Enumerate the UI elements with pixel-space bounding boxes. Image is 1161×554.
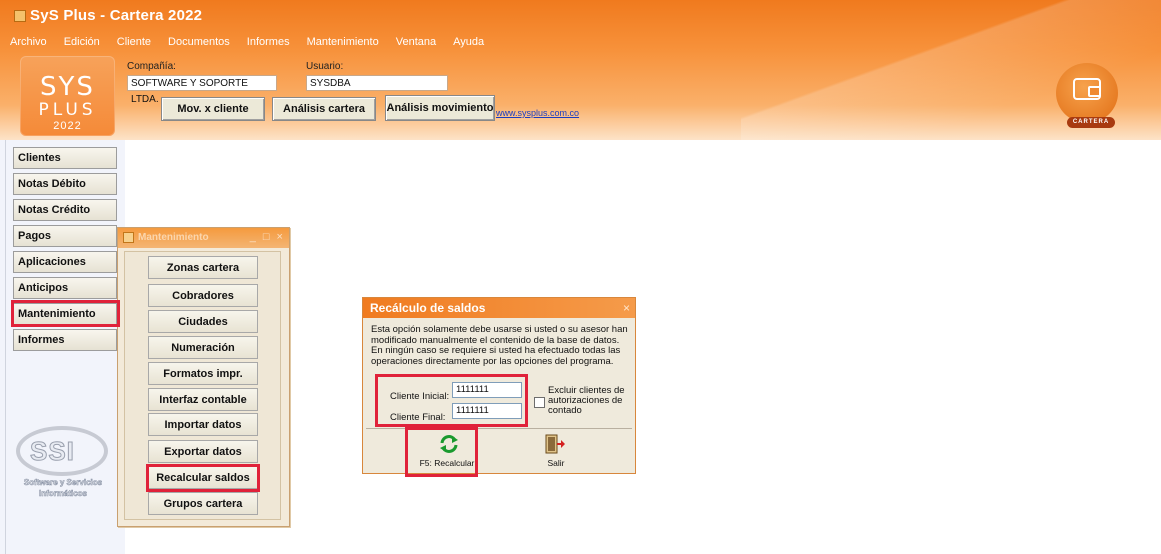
maintenance-window-title: Mantenimiento [138, 232, 209, 243]
menu-informes[interactable]: Informes [247, 36, 290, 56]
maint-button-grupos-cartera[interactable]: Grupos cartera [148, 492, 258, 515]
menu-archivo[interactable]: Archivo [10, 36, 47, 56]
brand-caption-1: Software y Servicios [23, 478, 103, 488]
user-label: Usuario: [306, 61, 344, 72]
analisis-cartera-button[interactable]: Análisis cartera [272, 97, 376, 121]
dialog-message: Esta opción solamente debe usarse si ust… [371, 324, 628, 367]
sidebar-item-notas-credito[interactable]: Notas Crédito [13, 199, 117, 221]
wallet-glyph [1073, 78, 1101, 100]
menu-cliente[interactable]: Cliente [117, 36, 151, 56]
highlight-f5-recalcular [405, 427, 478, 477]
highlight-mantenimiento [11, 300, 120, 327]
title-bar: SyS Plus - Cartera 2022 [0, 0, 1161, 30]
dialog-title: Recálculo de saldos [370, 301, 486, 315]
maint-button-ciudades[interactable]: Ciudades [148, 310, 258, 333]
mov-cliente-button[interactable]: Mov. x cliente [161, 97, 265, 121]
user-field: SYSDBA [306, 75, 448, 91]
window-controls-icon[interactable]: _ □ × [250, 231, 285, 243]
maint-button-cobradores[interactable]: Cobradores [148, 284, 258, 307]
module-badge: CARTERA [1067, 117, 1115, 128]
analisis-movimiento-button[interactable]: Análisis movimiento [385, 95, 495, 121]
sidebar-item-pagos[interactable]: Pagos [13, 225, 117, 247]
wallet-icon[interactable] [1056, 63, 1118, 123]
sidebar-item-informes[interactable]: Informes [13, 329, 117, 351]
ssi-logo: SSI [30, 436, 75, 467]
menu-ventana[interactable]: Ventana [396, 36, 436, 56]
menu-edicion[interactable]: Edición [64, 36, 100, 56]
maint-button-formatos-impr[interactable]: Formatos impr. [148, 362, 258, 385]
sidebar-item-anticipos[interactable]: Anticipos [13, 277, 117, 299]
maint-button-zonas-cartera[interactable]: Zonas cartera [148, 256, 258, 279]
website-link[interactable]: www.sysplus.com.co [496, 108, 579, 118]
menu-bar: Archivo Edición Cliente Documentos Informes M… [10, 36, 501, 56]
excluir-checkbox[interactable] [534, 397, 545, 408]
app-icon [14, 10, 26, 22]
exit-door-icon[interactable] [544, 434, 566, 454]
maint-button-numeraci-n[interactable]: Numeración [148, 336, 258, 359]
ssi-brand: SSI Software y Servicios Informáticos [8, 420, 118, 510]
maint-button-exportar-datos[interactable]: Exportar datos [148, 440, 258, 463]
dialog-titlebar[interactable]: Recálculo de saldos × [363, 298, 635, 318]
logo-year: 2022 [53, 120, 82, 132]
salir-button-label[interactable]: Salir [531, 458, 581, 468]
sidebar-item-aplicaciones[interactable]: Aplicaciones [13, 251, 117, 273]
sidebar-divider [5, 140, 6, 554]
menu-mantenimiento[interactable]: Mantenimiento [307, 36, 379, 56]
maint-button-interfaz-contable[interactable]: Interfaz contable [148, 388, 258, 411]
window-title: SyS Plus - Cartera 2022 [30, 7, 203, 24]
sysplus-logo: SYS PLUS 2022 [20, 56, 115, 136]
highlight-cliente-range [375, 374, 528, 427]
window-icon [123, 232, 134, 243]
sidebar-item-notas-debito[interactable]: Notas Débito [13, 173, 117, 195]
logo-line2: PLUS [38, 100, 97, 120]
menu-documentos[interactable]: Documentos [168, 36, 230, 56]
company-field: SOFTWARE Y SOPORTE LTDA. [127, 75, 277, 105]
brand-caption-2: Informáticos [38, 489, 88, 499]
maint-button-importar-datos[interactable]: Importar datos [148, 413, 258, 436]
logo-line1: SYS [40, 72, 95, 102]
highlight-recalcular [146, 464, 260, 492]
sidebar-item-clientes[interactable]: Clientes [13, 147, 117, 169]
company-label: Compañía: [127, 61, 176, 72]
maintenance-window-titlebar[interactable]: Mantenimiento _ □ × [118, 228, 289, 248]
close-icon[interactable]: × [623, 301, 630, 315]
menu-ayuda[interactable]: Ayuda [453, 36, 484, 56]
excluir-label: Excluir clientes de autorizaciones de co… [548, 385, 625, 416]
